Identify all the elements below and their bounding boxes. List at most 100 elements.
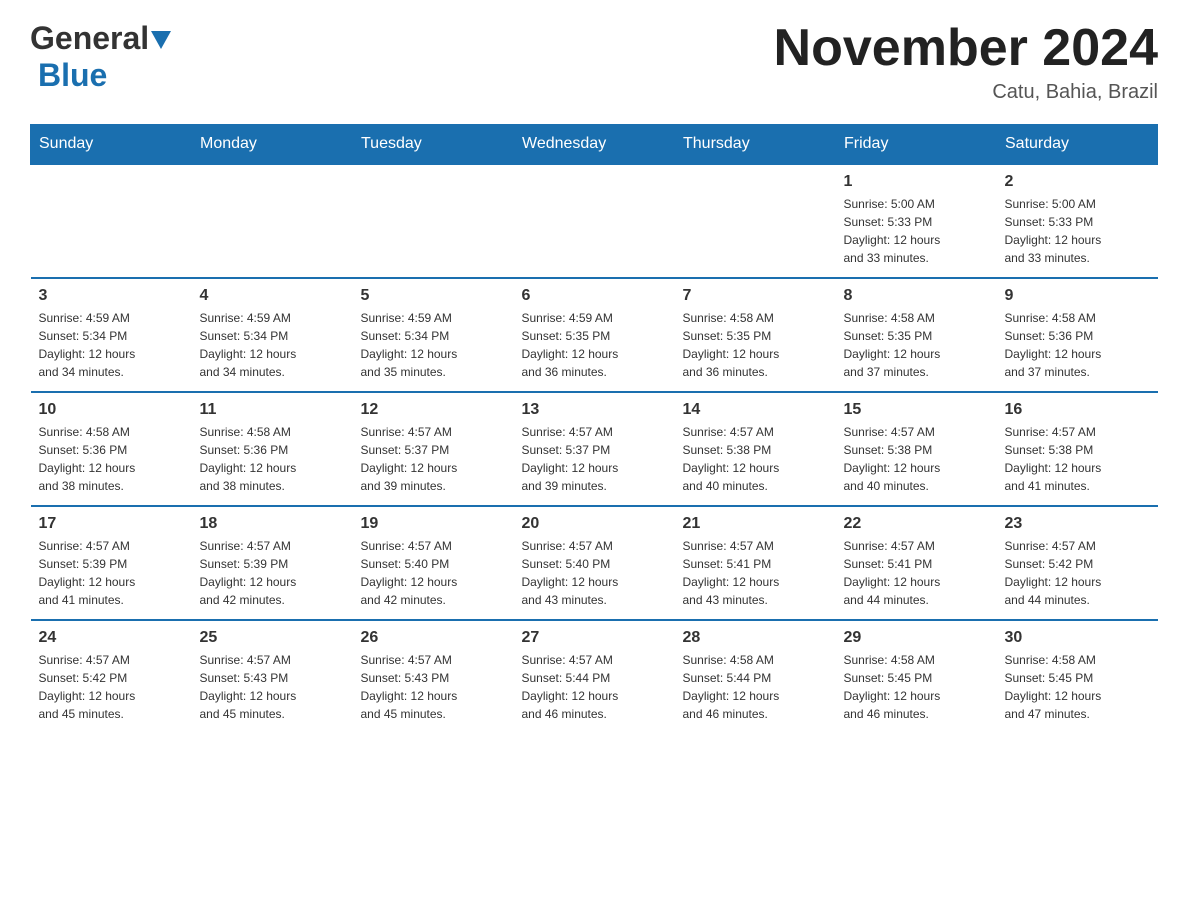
day-info: Sunrise: 4:59 AM Sunset: 5:35 PM Dayligh…: [522, 309, 667, 381]
day-info: Sunrise: 4:57 AM Sunset: 5:38 PM Dayligh…: [1005, 423, 1150, 495]
logo: General Blue: [30, 20, 171, 94]
day-number: 24: [39, 629, 184, 647]
calendar-cell: 24 Sunrise: 4:57 AM Sunset: 5:42 PM Dayli…: [31, 620, 192, 733]
calendar-header-row: SundayMondayTuesdayWednesdayThursdayFrid…: [31, 125, 1158, 165]
calendar-cell: 8 Sunrise: 4:58 AM Sunset: 5:35 PM Daylig…: [836, 278, 997, 392]
day-number: 22: [844, 515, 989, 533]
calendar-cell: 2 Sunrise: 5:00 AM Sunset: 5:33 PM Daylig…: [997, 164, 1158, 278]
calendar-cell: 10Sunrise: 4:58 AM Sunset: 5:36 PM Dayli…: [31, 392, 192, 506]
day-info: Sunrise: 4:58 AM Sunset: 5:35 PM Dayligh…: [683, 309, 828, 381]
header-saturday: Saturday: [997, 125, 1158, 165]
day-info: Sunrise: 5:00 AM Sunset: 5:33 PM Dayligh…: [844, 195, 989, 267]
day-info: Sunrise: 4:57 AM Sunset: 5:44 PM Dayligh…: [522, 651, 667, 723]
day-info: Sunrise: 4:58 AM Sunset: 5:45 PM Dayligh…: [844, 651, 989, 723]
header-thursday: Thursday: [675, 125, 836, 165]
calendar-cell: 7Sunrise: 4:58 AM Sunset: 5:35 PM Daylig…: [675, 278, 836, 392]
week-row-4: 24 Sunrise: 4:57 AM Sunset: 5:42 PM Dayli…: [31, 620, 1158, 733]
day-number: 12: [361, 401, 506, 419]
day-number: 16: [1005, 401, 1150, 419]
day-info: Sunrise: 4:58 AM Sunset: 5:36 PM Dayligh…: [39, 423, 184, 495]
day-number: 18: [200, 515, 345, 533]
calendar-cell: [31, 164, 192, 278]
day-number: 11: [200, 401, 345, 419]
day-number: 27: [522, 629, 667, 647]
calendar-cell: 4 Sunrise: 4:59 AM Sunset: 5:34 PM Daylig…: [192, 278, 353, 392]
week-row-3: 17 Sunrise: 4:57 AM Sunset: 5:39 PM Dayli…: [31, 506, 1158, 620]
day-info: Sunrise: 4:58 AM Sunset: 5:36 PM Dayligh…: [200, 423, 345, 495]
day-info: Sunrise: 4:57 AM Sunset: 5:41 PM Dayligh…: [683, 537, 828, 609]
calendar-cell: 27 Sunrise: 4:57 AM Sunset: 5:44 PM Dayli…: [514, 620, 675, 733]
day-info: Sunrise: 4:58 AM Sunset: 5:45 PM Dayligh…: [1005, 651, 1150, 723]
header-friday: Friday: [836, 125, 997, 165]
calendar-cell: 3 Sunrise: 4:59 AM Sunset: 5:34 PM Daylig…: [31, 278, 192, 392]
day-number: 14: [683, 401, 828, 419]
calendar-cell: 26Sunrise: 4:57 AM Sunset: 5:43 PM Dayli…: [353, 620, 514, 733]
header-tuesday: Tuesday: [353, 125, 514, 165]
day-number: 6: [522, 287, 667, 305]
calendar-cell: 30Sunrise: 4:58 AM Sunset: 5:45 PM Dayli…: [997, 620, 1158, 733]
day-number: 9: [1005, 287, 1150, 305]
calendar-cell: [514, 164, 675, 278]
day-info: Sunrise: 4:57 AM Sunset: 5:43 PM Dayligh…: [361, 651, 506, 723]
day-info: Sunrise: 5:00 AM Sunset: 5:33 PM Dayligh…: [1005, 195, 1150, 267]
calendar-cell: 9 Sunrise: 4:58 AM Sunset: 5:36 PM Daylig…: [997, 278, 1158, 392]
calendar-cell: 25Sunrise: 4:57 AM Sunset: 5:43 PM Dayli…: [192, 620, 353, 733]
title-block: November 2024 Catu, Bahia, Brazil: [774, 20, 1158, 104]
day-info: Sunrise: 4:58 AM Sunset: 5:36 PM Dayligh…: [1005, 309, 1150, 381]
calendar-cell: 18 Sunrise: 4:57 AM Sunset: 5:39 PM Dayli…: [192, 506, 353, 620]
day-info: Sunrise: 4:57 AM Sunset: 5:40 PM Dayligh…: [522, 537, 667, 609]
day-info: Sunrise: 4:57 AM Sunset: 5:41 PM Dayligh…: [844, 537, 989, 609]
day-number: 28: [683, 629, 828, 647]
logo-triangle-icon: [151, 31, 171, 51]
day-info: Sunrise: 4:57 AM Sunset: 5:43 PM Dayligh…: [200, 651, 345, 723]
day-info: Sunrise: 4:58 AM Sunset: 5:35 PM Dayligh…: [844, 309, 989, 381]
calendar-cell: 19 Sunrise: 4:57 AM Sunset: 5:40 PM Dayli…: [353, 506, 514, 620]
calendar-cell: 14 Sunrise: 4:57 AM Sunset: 5:38 PM Dayli…: [675, 392, 836, 506]
day-number: 8: [844, 287, 989, 305]
day-number: 20: [522, 515, 667, 533]
logo-general-text: General: [30, 20, 149, 57]
day-info: Sunrise: 4:59 AM Sunset: 5:34 PM Dayligh…: [200, 309, 345, 381]
day-number: 2: [1005, 173, 1150, 191]
day-number: 21: [683, 515, 828, 533]
day-info: Sunrise: 4:59 AM Sunset: 5:34 PM Dayligh…: [361, 309, 506, 381]
calendar-cell: [675, 164, 836, 278]
day-info: Sunrise: 4:57 AM Sunset: 5:38 PM Dayligh…: [683, 423, 828, 495]
day-number: 19: [361, 515, 506, 533]
day-info: Sunrise: 4:57 AM Sunset: 5:39 PM Dayligh…: [39, 537, 184, 609]
day-number: 1: [844, 173, 989, 191]
day-info: Sunrise: 4:58 AM Sunset: 5:44 PM Dayligh…: [683, 651, 828, 723]
day-info: Sunrise: 4:57 AM Sunset: 5:42 PM Dayligh…: [39, 651, 184, 723]
day-info: Sunrise: 4:57 AM Sunset: 5:37 PM Dayligh…: [361, 423, 506, 495]
calendar-cell: 11 Sunrise: 4:58 AM Sunset: 5:36 PM Dayli…: [192, 392, 353, 506]
day-info: Sunrise: 4:57 AM Sunset: 5:38 PM Dayligh…: [844, 423, 989, 495]
calendar-cell: [353, 164, 514, 278]
day-number: 5: [361, 287, 506, 305]
calendar-table: SundayMondayTuesdayWednesdayThursdayFrid…: [30, 124, 1158, 733]
calendar-cell: 23Sunrise: 4:57 AM Sunset: 5:42 PM Dayli…: [997, 506, 1158, 620]
day-number: 4: [200, 287, 345, 305]
day-number: 17: [39, 515, 184, 533]
logo-blue-text: Blue: [38, 57, 107, 93]
day-info: Sunrise: 4:59 AM Sunset: 5:34 PM Dayligh…: [39, 309, 184, 381]
calendar-cell: 28 Sunrise: 4:58 AM Sunset: 5:44 PM Dayli…: [675, 620, 836, 733]
calendar-cell: 6 Sunrise: 4:59 AM Sunset: 5:35 PM Daylig…: [514, 278, 675, 392]
day-number: 23: [1005, 515, 1150, 533]
calendar-cell: 13Sunrise: 4:57 AM Sunset: 5:37 PM Dayli…: [514, 392, 675, 506]
calendar-cell: 29Sunrise: 4:58 AM Sunset: 5:45 PM Dayli…: [836, 620, 997, 733]
calendar-cell: 16 Sunrise: 4:57 AM Sunset: 5:38 PM Dayli…: [997, 392, 1158, 506]
calendar-cell: 22 Sunrise: 4:57 AM Sunset: 5:41 PM Dayli…: [836, 506, 997, 620]
header-wednesday: Wednesday: [514, 125, 675, 165]
calendar-cell: 1 Sunrise: 5:00 AM Sunset: 5:33 PM Daylig…: [836, 164, 997, 278]
header-sunday: Sunday: [31, 125, 192, 165]
month-title: November 2024: [774, 20, 1158, 77]
day-number: 3: [39, 287, 184, 305]
header-monday: Monday: [192, 125, 353, 165]
week-row-1: 3 Sunrise: 4:59 AM Sunset: 5:34 PM Daylig…: [31, 278, 1158, 392]
week-row-0: 1 Sunrise: 5:00 AM Sunset: 5:33 PM Daylig…: [31, 164, 1158, 278]
day-info: Sunrise: 4:57 AM Sunset: 5:39 PM Dayligh…: [200, 537, 345, 609]
calendar-cell: 21 Sunrise: 4:57 AM Sunset: 5:41 PM Dayli…: [675, 506, 836, 620]
day-number: 13: [522, 401, 667, 419]
day-info: Sunrise: 4:57 AM Sunset: 5:40 PM Dayligh…: [361, 537, 506, 609]
calendar-cell: 20 Sunrise: 4:57 AM Sunset: 5:40 PM Dayli…: [514, 506, 675, 620]
